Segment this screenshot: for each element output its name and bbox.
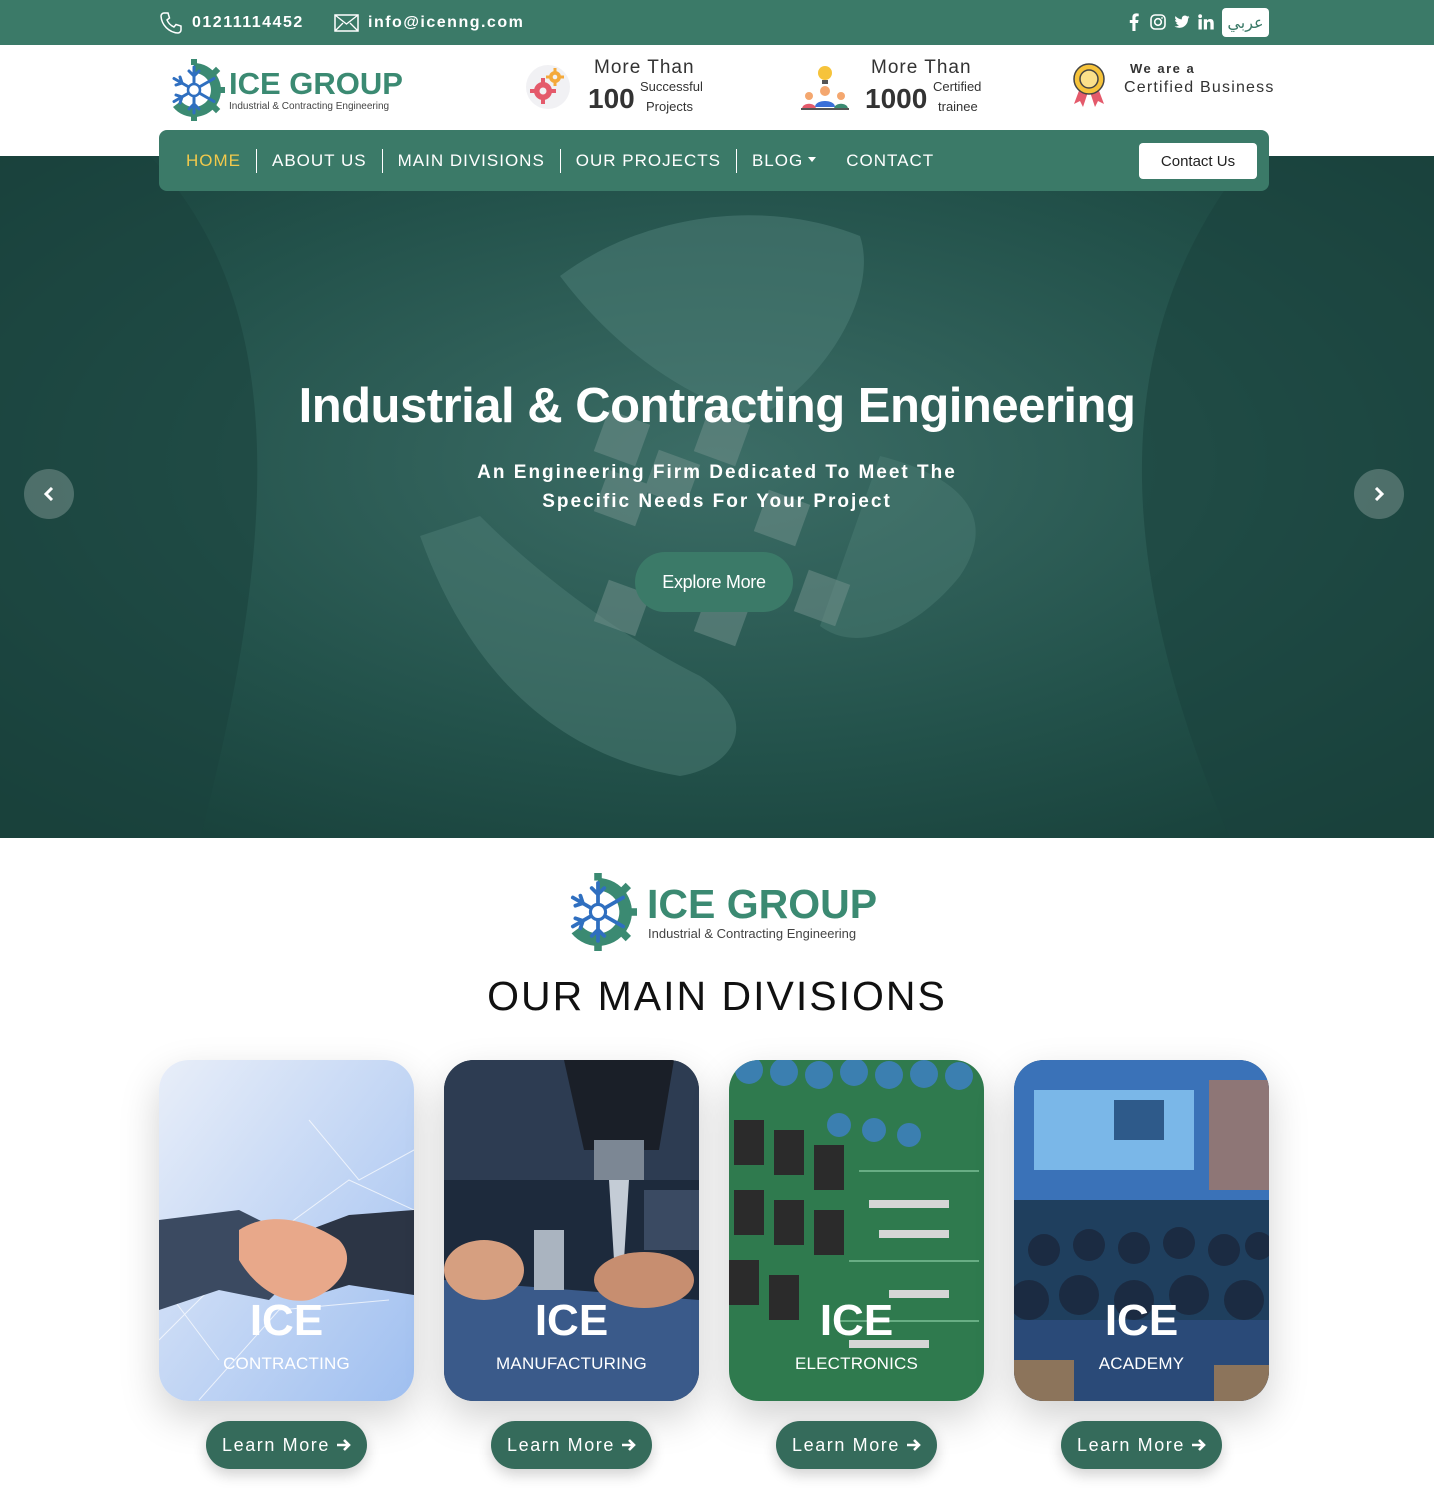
section-brand-text: ICE GROUP Industrial & Contracting Engin…: [639, 880, 878, 941]
nav-item-main-divisions[interactable]: MAIN DIVISIONS: [383, 148, 561, 173]
phone-number: 01211114452: [192, 13, 304, 31]
division-prefix: ICE: [249, 1296, 324, 1345]
brand-name: ICE GROUP: [229, 65, 403, 101]
main-navbar: HOME ABOUT US MAIN DIVISIONS OUR PROJECT…: [159, 130, 1269, 191]
language-switch-button[interactable]: عربي: [1222, 8, 1269, 37]
nav-item-home[interactable]: HOME: [171, 148, 257, 173]
arrow-right-icon: [1192, 1439, 1206, 1451]
certified-line-1: We are a: [1130, 61, 1196, 76]
certified-badge: We are a Certified Business: [1068, 59, 1273, 119]
projects-label-2: Projects: [646, 99, 693, 114]
circuit-board-image: [729, 1060, 984, 1401]
learn-more-label: Learn More: [221, 1434, 331, 1455]
nav-item-blog-label: BLOG: [751, 150, 804, 170]
division-prefix: ICE: [819, 1296, 894, 1345]
projects-stat: More Than 100 Successful Projects: [524, 55, 714, 125]
trainees-stat: More Than 1000 Certified trainee: [800, 55, 1000, 125]
twitter-icon[interactable]: [1174, 13, 1190, 31]
trainees-label-2: trainee: [938, 99, 978, 114]
division-name: ACADEMY: [1098, 1354, 1185, 1373]
slider-prev-button[interactable]: [24, 469, 74, 519]
section-logo: ICE GROUP Industrial & Contracting Engin…: [557, 873, 877, 951]
arrow-right-icon: [907, 1439, 921, 1451]
top-bar: 01211114452 info@icenng.com عربي: [0, 0, 1434, 45]
learn-more-button-electronics[interactable]: Learn More: [776, 1421, 937, 1469]
handshake-image: [159, 1060, 414, 1401]
section-brand-tagline: Industrial & Contracting Engineering: [648, 925, 857, 941]
instagram-icon[interactable]: [1150, 13, 1166, 31]
nav-item-about-us[interactable]: ABOUT US: [257, 148, 383, 173]
snowflake-gear-logo-icon: [570, 873, 637, 951]
email-link[interactable]: info@icenng.com: [334, 0, 524, 45]
division-card-academy[interactable]: ICE ACADEMY: [1014, 1060, 1269, 1401]
brand-text: ICE GROUP Industrial & Contracting Engin…: [229, 65, 403, 112]
hero-subtitle: An Engineering Firm Dedicated To Meet Th…: [0, 458, 1434, 516]
nav-item-contact[interactable]: CONTACT: [831, 149, 949, 173]
facebook-icon[interactable]: [1126, 13, 1142, 31]
learn-more-button-contracting[interactable]: Learn More: [206, 1421, 367, 1469]
social-links: [1126, 13, 1214, 31]
chevron-left-icon: [43, 487, 54, 501]
email-address: info@icenng.com: [368, 13, 525, 31]
projects-lead: More Than: [594, 57, 695, 78]
division-name: ELECTRONICS: [794, 1354, 919, 1373]
division-card-electronics[interactable]: ICE ELECTRONICS: [729, 1060, 984, 1401]
site-logo[interactable]: ICE GROUP Industrial & Contracting Engin…: [163, 59, 403, 121]
nav-item-blog[interactable]: BLOG: [737, 149, 831, 173]
learn-more-label: Learn More: [1076, 1434, 1186, 1455]
division-name: MANUFACTURING: [496, 1354, 647, 1373]
machining-image: [444, 1060, 699, 1401]
section-brand-name: ICE GROUP: [647, 880, 878, 927]
certified-line-2: Certified Business: [1124, 79, 1275, 96]
brand-tagline: Industrial & Contracting Engineering: [229, 100, 390, 112]
divisions-title: OUR MAIN DIVISIONS: [487, 973, 947, 1019]
arrow-right-icon: [337, 1439, 351, 1451]
projects-label-1: Successful: [640, 79, 703, 94]
linkedin-icon[interactable]: [1198, 13, 1214, 31]
learn-more-button-academy[interactable]: Learn More: [1061, 1421, 1222, 1469]
award-badge-icon: [1073, 63, 1105, 107]
conference-audience-image: [1014, 1060, 1269, 1401]
explore-more-button[interactable]: Explore More: [635, 552, 793, 612]
chevron-right-icon: [1374, 487, 1385, 501]
learn-more-label: Learn More: [506, 1434, 616, 1455]
hero-subtitle-line-1: An Engineering Firm Dedicated To Meet Th…: [477, 462, 957, 483]
phone-link[interactable]: 01211114452: [159, 0, 304, 45]
nav-item-our-projects[interactable]: OUR PROJECTS: [561, 148, 737, 173]
snowflake-gear-logo-icon: [172, 59, 225, 121]
division-name: CONTRACTING: [223, 1354, 350, 1373]
division-prefix: ICE: [534, 1296, 609, 1345]
learn-more-button-manufacturing[interactable]: Learn More: [491, 1421, 652, 1469]
contact-us-button[interactable]: Contact Us: [1139, 143, 1257, 179]
caret-down-icon: [808, 156, 817, 162]
division-card-contracting[interactable]: ICE CONTRACTING: [159, 1060, 414, 1401]
arrow-right-icon: [622, 1439, 636, 1451]
hero-title: Industrial & Contracting Engineering: [298, 379, 1136, 433]
trainees-number: 1000: [865, 83, 928, 114]
trainee-icon: [801, 66, 849, 110]
gears-icon: [526, 65, 570, 109]
envelope-icon: [334, 13, 359, 32]
learn-more-label: Learn More: [791, 1434, 901, 1455]
phone-icon: [160, 11, 182, 34]
nav-menu: HOME ABOUT US MAIN DIVISIONS OUR PROJECT…: [171, 130, 949, 191]
projects-number: 100: [588, 83, 635, 114]
hero-subtitle-line-2: Specific Needs For Your Project: [542, 491, 892, 512]
division-prefix: ICE: [1104, 1296, 1179, 1345]
hero-slider: Industrial & Contracting Engineering An …: [0, 156, 1434, 838]
division-card-manufacturing[interactable]: ICE MANUFACTURING: [444, 1060, 699, 1401]
trainees-lead: More Than: [871, 57, 972, 78]
slider-next-button[interactable]: [1354, 469, 1404, 519]
trainees-label-1: Certified: [933, 79, 982, 94]
